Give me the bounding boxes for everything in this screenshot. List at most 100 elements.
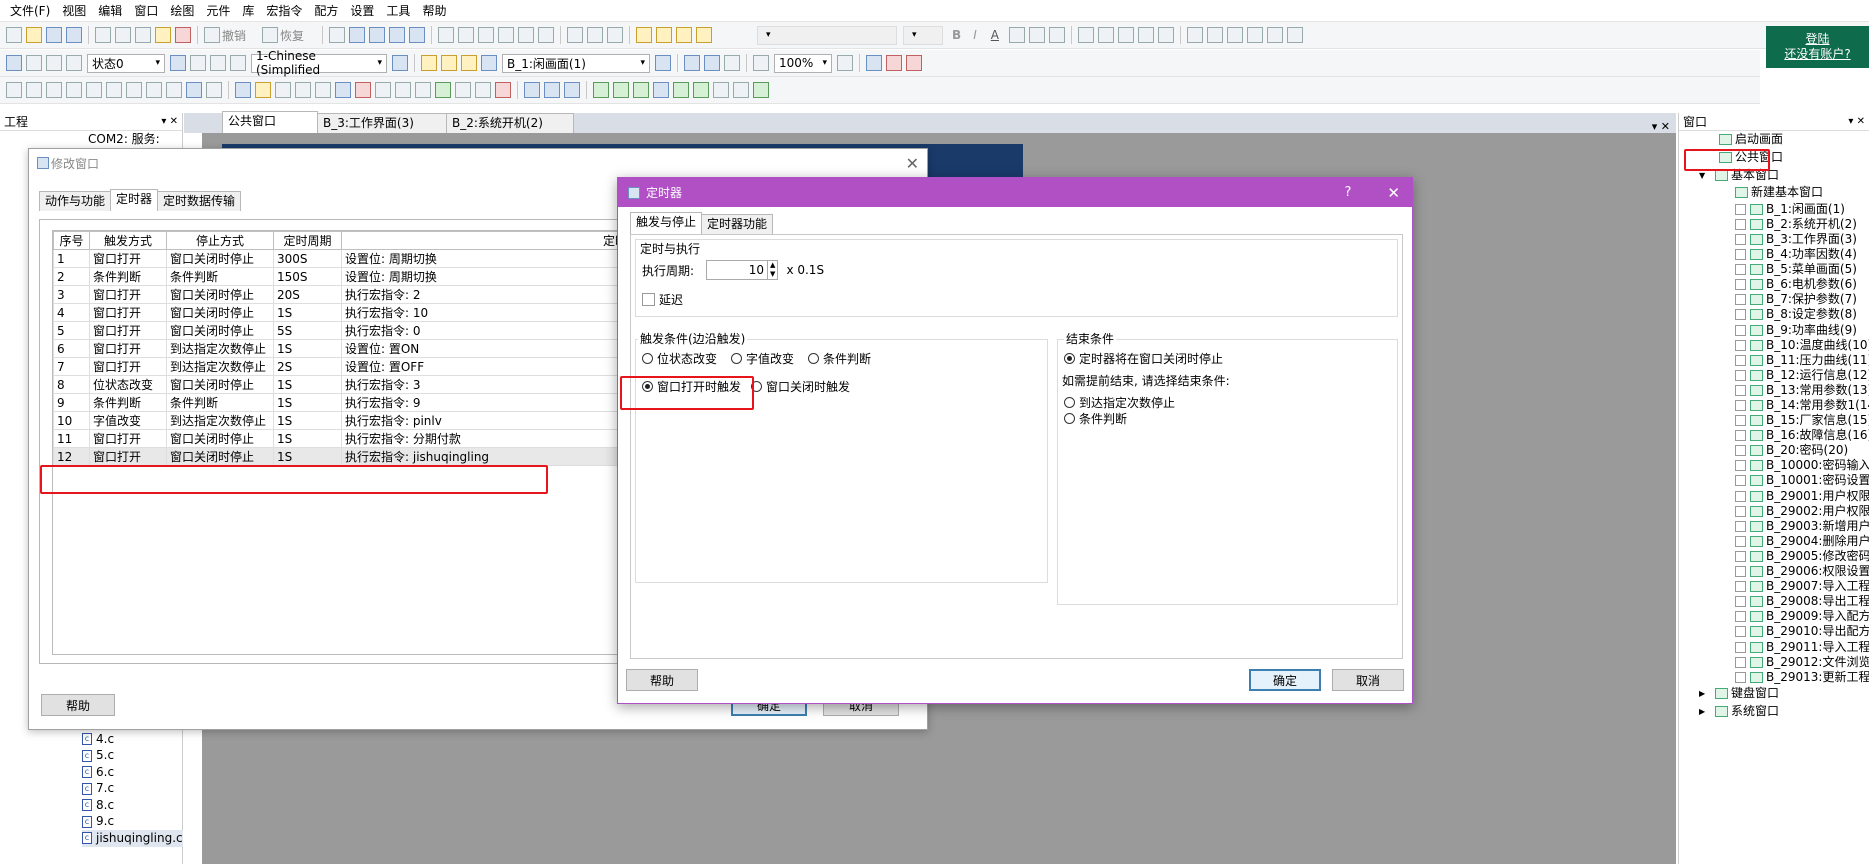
pointer-icon[interactable] xyxy=(6,82,22,98)
expand-icon[interactable]: ▶ xyxy=(1699,686,1715,701)
screen-select[interactable]: B_1:闲画面(1) xyxy=(502,53,650,73)
tree-screen-item[interactable]: B_29011:导入工程选项 xyxy=(1699,639,1869,654)
tree-screen-item[interactable]: B_29010:导出配方(29 xyxy=(1699,624,1869,639)
group-icon[interactable] xyxy=(636,27,653,43)
csv-icon[interactable] xyxy=(733,82,749,98)
tree-screen-item[interactable]: B_14:常用参数1(14) xyxy=(1699,398,1869,413)
text-size-c-icon[interactable] xyxy=(1226,27,1243,43)
trend-icon[interactable] xyxy=(355,82,371,98)
state-s1-icon[interactable] xyxy=(26,55,42,71)
picture-icon[interactable] xyxy=(186,82,202,98)
bold-icon[interactable]: B xyxy=(952,28,961,42)
ellipse-icon[interactable] xyxy=(106,82,122,98)
text-align-right-icon[interactable] xyxy=(1048,27,1065,43)
screen-checkbox[interactable] xyxy=(1735,309,1746,321)
ascii-icon[interactable] xyxy=(295,82,311,98)
zoom-in-icon[interactable] xyxy=(753,55,769,71)
doc-tab-public-window[interactable]: 公共窗口 xyxy=(222,111,318,133)
tool-b-icon[interactable] xyxy=(544,82,560,98)
battery-icon[interactable] xyxy=(753,82,769,98)
text-box-icon[interactable] xyxy=(206,82,222,98)
rectangle-icon[interactable] xyxy=(66,82,82,98)
screen-checkbox[interactable] xyxy=(1735,369,1746,381)
tree-screen-item[interactable]: B_10:温度曲线(10) xyxy=(1699,338,1869,353)
menu-settings[interactable]: 设置 xyxy=(344,0,380,22)
file-item[interactable]: c 6.c xyxy=(82,764,183,781)
panel-pin-icon[interactable]: ▾ ✕ xyxy=(161,116,178,127)
radio-icon[interactable] xyxy=(642,353,653,364)
undo-icon[interactable] xyxy=(204,27,220,43)
state-s2-icon[interactable] xyxy=(46,55,62,71)
screen-checkbox[interactable] xyxy=(1735,490,1746,502)
screen-checkbox[interactable] xyxy=(1735,460,1746,472)
text-align-left-icon[interactable] xyxy=(1008,27,1025,43)
bar-graph-icon[interactable] xyxy=(335,82,351,98)
menu-library[interactable]: 库 xyxy=(236,0,260,22)
zoom-out-icon[interactable] xyxy=(837,55,853,71)
offline-sim-icon[interactable] xyxy=(673,82,689,98)
screen-checkbox[interactable] xyxy=(1735,535,1746,547)
new-file-icon[interactable] xyxy=(6,27,22,43)
screen-props-icon[interactable] xyxy=(441,55,457,71)
menu-help[interactable]: 帮助 xyxy=(416,0,452,22)
delete-icon[interactable] xyxy=(175,27,191,43)
layer-l4-icon[interactable] xyxy=(230,55,246,71)
screen-checkbox[interactable] xyxy=(1735,596,1746,608)
period-stepper[interactable]: 10 ▲ ▼ xyxy=(706,260,779,280)
tree-screen-item[interactable]: B_29012:文件浏览(29 xyxy=(1699,655,1869,670)
slider-icon[interactable] xyxy=(375,82,391,98)
text-size-e-icon[interactable] xyxy=(1266,27,1283,43)
undo-label[interactable]: 撤销 xyxy=(222,27,246,44)
save-icon[interactable] xyxy=(46,27,62,43)
tree-screen-item[interactable]: B_10001:密码设置(10 xyxy=(1699,473,1869,488)
last-screen-icon[interactable] xyxy=(409,27,426,43)
upload-icon[interactable] xyxy=(613,82,629,98)
tree-screen-item[interactable]: B_15:厂家信息(15) xyxy=(1699,413,1869,428)
tab-timer[interactable]: 定时器 xyxy=(110,189,159,211)
tree-screen-item[interactable]: B_4:功率因数(4) xyxy=(1699,247,1869,262)
end-count-reached[interactable]: 到达指定次数停止 xyxy=(1064,394,1175,411)
shape-tool-a-icon[interactable] xyxy=(1077,27,1094,43)
same-height-icon[interactable] xyxy=(587,27,604,43)
trigger-bit-change[interactable]: 位状态改变 xyxy=(642,350,717,367)
tree-screen-item[interactable]: B_6:电机参数(6) xyxy=(1699,277,1869,292)
tree-screen-item[interactable]: B_20:密码(20) xyxy=(1699,443,1869,458)
numeric-icon[interactable] xyxy=(275,82,291,98)
tree-screen-item[interactable]: B_9:功率曲线(9) xyxy=(1699,323,1869,338)
tool-c-icon[interactable] xyxy=(564,82,580,98)
tree-keyboard-window[interactable]: ▶ 键盘窗口 xyxy=(1699,685,1869,703)
font-name-select[interactable] xyxy=(757,25,898,45)
screen-checkbox[interactable] xyxy=(1735,264,1746,276)
state-s3-icon[interactable] xyxy=(66,55,82,71)
menu-file[interactable]: 文件(F) xyxy=(4,0,56,22)
screen-checkbox[interactable] xyxy=(1735,641,1746,653)
tree-screen-item[interactable]: B_3:工作界面(3) xyxy=(1699,232,1869,247)
valve-icon[interactable] xyxy=(415,82,431,98)
tree-screen-item[interactable]: B_16:故障信息(16) xyxy=(1699,428,1869,443)
screen-checkbox[interactable] xyxy=(1735,611,1746,623)
menu-macro[interactable]: 宏指令 xyxy=(260,0,308,22)
screen-checkbox[interactable] xyxy=(1735,400,1746,412)
redo-icon[interactable] xyxy=(262,27,279,43)
send-back-icon[interactable] xyxy=(696,27,713,43)
cut-icon[interactable] xyxy=(95,27,111,43)
goto-screen-icon[interactable] xyxy=(655,55,671,71)
tree-screen-item[interactable]: B_29013:更新工程(29 xyxy=(1699,670,1869,685)
shape-tool-b-icon[interactable] xyxy=(1097,27,1114,43)
expand-icon[interactable]: ▶ xyxy=(1699,704,1715,719)
tree-screen-item[interactable]: B_5:菜单画面(5) xyxy=(1699,262,1869,277)
timer-cancel-button[interactable]: 取消 xyxy=(1332,669,1404,691)
menu-tools[interactable]: 工具 xyxy=(380,0,416,22)
layer-l2-icon[interactable] xyxy=(190,55,206,71)
next-screen-icon[interactable] xyxy=(389,27,406,43)
tree-screen-item[interactable]: B_7:保护参数(7) xyxy=(1699,292,1869,307)
file-item[interactable]: c 8.c xyxy=(82,797,183,814)
screen-settings-icon[interactable] xyxy=(461,55,477,71)
shape-tool-d-icon[interactable] xyxy=(1137,27,1154,43)
trigger-word-change[interactable]: 字值改变 xyxy=(731,350,794,367)
globe-icon[interactable] xyxy=(392,55,408,71)
trigger-condition[interactable]: 条件判断 xyxy=(808,350,871,367)
text-align-center-icon[interactable] xyxy=(1028,27,1045,43)
magnet-icon[interactable] xyxy=(906,55,922,71)
tree-screen-item[interactable]: B_8:设定参数(8) xyxy=(1699,307,1869,322)
